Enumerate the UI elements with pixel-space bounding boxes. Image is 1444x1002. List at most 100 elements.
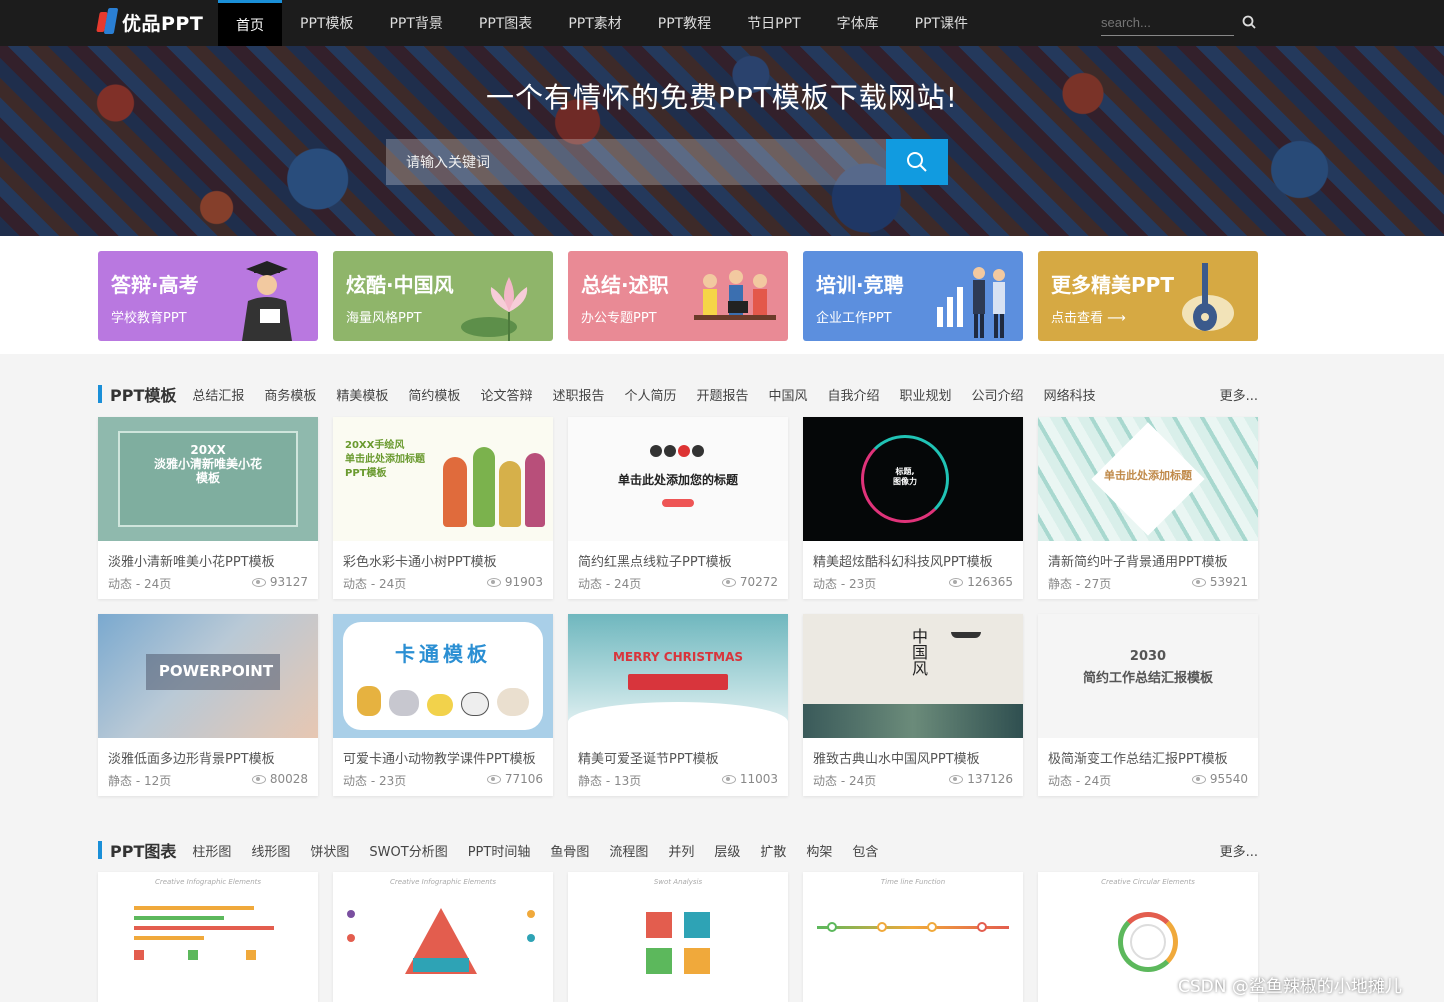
template-thumbnail[interactable]: 2030 简约工作总结汇报模板: [1038, 614, 1258, 738]
template-card[interactable]: 单击此处添加标题 清新简约叶子背景通用PPT模板 静态 - 27页 53921: [1038, 417, 1258, 599]
template-card[interactable]: 卡通模板 可爱卡通小动物教学课件PPT模板 动态 - 23页 77106: [333, 614, 553, 796]
hero-banner: 一个有情怀的免费PPT模板下载网站!: [0, 46, 1444, 236]
template-card[interactable]: POWERPOINT 淡雅低面多边形背景PPT模板 静态 - 12页 80028: [98, 614, 318, 796]
tag-link[interactable]: 层级: [714, 841, 740, 860]
template-meta: 动态 - 24页: [578, 577, 642, 591]
template-thumbnail[interactable]: 20XX 淡雅小清新唯美小花 模板: [98, 417, 318, 541]
hero-search-button[interactable]: [886, 139, 948, 185]
thumbnail-text: 20XX 淡雅小清新唯美小花 模板: [153, 443, 262, 485]
category-summary[interactable]: 总结·述职 办公专题PPT: [568, 251, 788, 341]
category-more[interactable]: 更多精美PPT 点击查看 ⟶: [1038, 251, 1258, 341]
tag-link[interactable]: 总结汇报: [192, 385, 244, 404]
nav-ppt-charts[interactable]: PPT图表: [461, 0, 550, 46]
tag-link[interactable]: 柱形图: [192, 841, 231, 860]
template-meta: 动态 - 23页: [813, 577, 877, 591]
tag-link[interactable]: 论文答辩: [480, 385, 532, 404]
template-name[interactable]: 淡雅低面多边形背景PPT模板: [108, 748, 275, 767]
template-name[interactable]: 可爱卡通小动物教学课件PPT模板: [343, 748, 536, 767]
template-name[interactable]: 彩色水彩卡通小树PPT模板: [343, 551, 497, 570]
template-name[interactable]: 雅致古典山水中国风PPT模板: [813, 748, 980, 767]
top-navbar: 优品PPT 首页 PPT模板 PPT背景 PPT图表 PPT素材 PPT教程 节…: [0, 0, 1444, 46]
tag-link[interactable]: 商务模板: [264, 385, 316, 404]
category-training[interactable]: 培训·竞聘 企业工作PPT: [803, 251, 1023, 341]
tag-link[interactable]: 扩散: [760, 841, 786, 860]
top-search-input[interactable]: [1101, 10, 1234, 34]
template-thumbnail[interactable]: 卡通模板: [333, 614, 553, 738]
tag-link[interactable]: 职业规划: [900, 385, 952, 404]
template-card[interactable]: 单击此处添加您的标题 简约红黑点线粒子PPT模板 动态 - 24页 70272: [568, 417, 788, 599]
tag-link[interactable]: 简约模板: [408, 385, 460, 404]
template-thumbnail[interactable]: 标题, 图像力: [803, 417, 1023, 541]
category-chinese-style[interactable]: 炫酷·中国风 海量风格PPT: [333, 251, 553, 341]
template-thumbnail[interactable]: 单击此处添加您的标题: [568, 417, 788, 541]
nav-fonts[interactable]: 字体库: [819, 0, 897, 46]
tag-link[interactable]: 开题报告: [696, 385, 748, 404]
template-thumbnail[interactable]: 单击此处添加标题: [1038, 417, 1258, 541]
tag-link[interactable]: 述职报告: [552, 385, 604, 404]
tag-link[interactable]: 并列: [668, 841, 694, 860]
template-name[interactable]: 清新简约叶子背景通用PPT模板: [1048, 551, 1228, 570]
tag-link[interactable]: 个人简历: [624, 385, 676, 404]
template-name[interactable]: 精美超炫酷科幻科技风PPT模板: [813, 551, 993, 570]
template-name[interactable]: 精美可爱圣诞节PPT模板: [578, 748, 719, 767]
section-accent-bar: [98, 385, 102, 403]
template-card[interactable]: 20XX手绘风 单击此处添加标题 PPT模板 彩色水彩卡通小树PPT模板 动态 …: [333, 417, 553, 599]
template-card[interactable]: 20XX 淡雅小清新唯美小花 模板 淡雅小清新唯美小花PPT模板 动态 - 24…: [98, 417, 318, 599]
thumbnail-text: 标题, 图像力: [893, 467, 917, 486]
template-card[interactable]: MERRY CHRISTMAS 精美可爱圣诞节PPT模板 静态 - 13页 11…: [568, 614, 788, 796]
nav-ppt-courseware[interactable]: PPT课件: [897, 0, 986, 46]
chart-template-card[interactable]: Time line Function: [803, 872, 1023, 1002]
thumbnail-text: 单击此处添加您的标题: [617, 473, 738, 487]
hero-search-input[interactable]: [386, 139, 886, 185]
nav-ppt-templates[interactable]: PPT模板: [282, 0, 371, 46]
search-icon[interactable]: [1242, 15, 1256, 29]
template-thumbnail[interactable]: POWERPOINT: [98, 614, 318, 738]
chart-template-card[interactable]: Swot Analysis: [568, 872, 788, 1002]
thumbnail-caption: Time line Function: [880, 878, 946, 886]
nav-ppt-tutorials[interactable]: PPT教程: [640, 0, 729, 46]
tag-link[interactable]: 中国风: [769, 385, 808, 404]
tag-link[interactable]: 鱼骨图: [550, 841, 589, 860]
tag-link[interactable]: 流程图: [609, 841, 648, 860]
template-name[interactable]: 淡雅小清新唯美小花PPT模板: [108, 551, 275, 570]
site-logo[interactable]: 优品PPT: [96, 8, 203, 36]
category-title: 答辩·高考: [111, 273, 199, 297]
chart-template-card[interactable]: Creative Infographic Elements: [333, 872, 553, 1002]
tag-link[interactable]: PPT时间轴: [468, 841, 531, 860]
thumbnail-text: POWERPOINT: [158, 662, 274, 680]
watermark-text: CSDN @鲨鱼辣椒的小地摊儿: [1178, 977, 1402, 997]
nav-holiday-ppt[interactable]: 节日PPT: [729, 0, 818, 46]
tag-link[interactable]: 构架: [806, 841, 832, 860]
template-thumbnail[interactable]: 20XX手绘风 单击此处添加标题 PPT模板: [333, 417, 553, 541]
view-count: 95540: [1191, 772, 1248, 786]
more-link[interactable]: 更多...: [1220, 841, 1258, 860]
tag-link[interactable]: 公司介绍: [972, 385, 1024, 404]
category-subtitle: 点击查看 ⟶: [1051, 311, 1126, 326]
template-name[interactable]: 简约红黑点线粒子PPT模板: [578, 551, 732, 570]
nav-ppt-materials[interactable]: PPT素材: [550, 0, 639, 46]
tag-link[interactable]: 饼状图: [310, 841, 349, 860]
template-card[interactable]: 标题, 图像力 精美超炫酷科幻科技风PPT模板 动态 - 23页 126365: [803, 417, 1023, 599]
template-thumbnail[interactable]: 中国风: [803, 614, 1023, 738]
view-count-value: 93127: [269, 575, 308, 589]
tag-link[interactable]: 包含: [852, 841, 878, 860]
nav-ppt-backgrounds[interactable]: PPT背景: [371, 0, 460, 46]
tag-link[interactable]: 网络科技: [1044, 385, 1096, 404]
chart-template-card[interactable]: Creative Infographic Elements: [98, 872, 318, 1002]
section-title[interactable]: PPT模板: [110, 382, 176, 406]
category-exam[interactable]: 答辩·高考 学校教育PPT: [98, 251, 318, 341]
view-count-value: 11003: [739, 772, 778, 786]
tag-link[interactable]: SWOT分析图: [369, 841, 447, 860]
tag-link[interactable]: 精美模板: [336, 385, 388, 404]
tag-link[interactable]: 自我介绍: [828, 385, 880, 404]
section-title[interactable]: PPT图表: [110, 838, 176, 862]
more-link[interactable]: 更多...: [1220, 385, 1258, 404]
template-card[interactable]: 2030 简约工作总结汇报模板 极简渐变工作总结汇报PPT模板 动态 - 24页…: [1038, 614, 1258, 796]
thumbnail-caption: Swot Analysis: [653, 878, 703, 886]
template-name[interactable]: 极简渐变工作总结汇报PPT模板: [1048, 748, 1228, 767]
template-thumbnail[interactable]: MERRY CHRISTMAS: [568, 614, 788, 738]
template-card[interactable]: 中国风 雅致古典山水中国风PPT模板 动态 - 24页 137126: [803, 614, 1023, 796]
nav-home[interactable]: 首页: [218, 0, 282, 46]
tag-link[interactable]: 线形图: [251, 841, 290, 860]
eye-icon: [949, 774, 964, 784]
